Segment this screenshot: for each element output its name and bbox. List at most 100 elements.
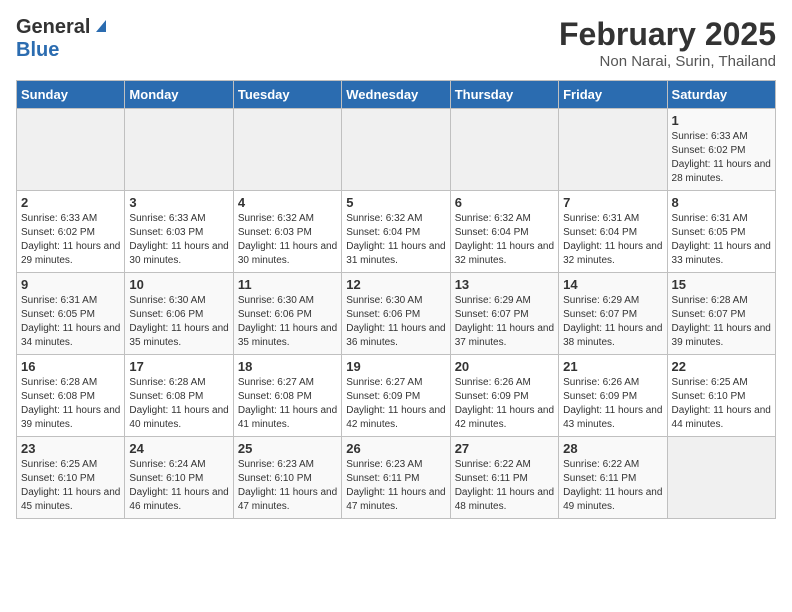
- day-cell: [17, 109, 125, 191]
- day-info: Sunrise: 6:32 AM Sunset: 6:04 PM Dayligh…: [346, 212, 445, 268]
- logo-icon: [92, 16, 110, 34]
- day-cell: [342, 109, 450, 191]
- day-number: 5: [346, 195, 445, 210]
- day-cell: 17Sunrise: 6:28 AM Sunset: 6:08 PM Dayli…: [125, 355, 233, 437]
- day-cell: 14 Sunrise: 6:29 AM Sunset: 6:07 PM Dayli…: [559, 273, 667, 355]
- day-cell: 5 Sunrise: 6:32 AM Sunset: 6:04 PM Daylig…: [342, 191, 450, 273]
- header-day-monday: Monday: [125, 81, 233, 109]
- week-row-1: 2 Sunrise: 6:33 AM Sunset: 6:02 PM Daylig…: [17, 191, 776, 273]
- day-cell: 7 Sunrise: 6:31 AM Sunset: 6:04 PM Daylig…: [559, 191, 667, 273]
- logo-blue-text: Blue: [16, 39, 59, 62]
- day-number: 16: [21, 359, 120, 374]
- day-info: Sunrise: 6:32 AM Sunset: 6:03 PM Dayligh…: [238, 212, 337, 268]
- day-cell: 27 Sunrise: 6:22 AM Sunset: 6:11 PM Dayli…: [450, 437, 558, 519]
- calendar-title: February 2025: [559, 16, 776, 53]
- day-number: 22: [672, 359, 771, 374]
- day-info: Sunrise: 6:22 AM Sunset: 6:11 PM Dayligh…: [455, 458, 554, 514]
- day-number: 2: [21, 195, 120, 210]
- day-cell: [450, 109, 558, 191]
- day-cell: [559, 109, 667, 191]
- day-info: Sunrise: 6:33 AM Sunset: 6:02 PM Dayligh…: [672, 130, 771, 186]
- day-number: 3: [129, 195, 228, 210]
- day-info: Sunrise: 6:29 AM Sunset: 6:07 PM Dayligh…: [563, 294, 662, 350]
- day-cell: 28 Sunrise: 6:22 AM Sunset: 6:11 PM Dayli…: [559, 437, 667, 519]
- logo-general-text: General: [16, 16, 90, 39]
- day-cell: 24 Sunrise: 6:24 AM Sunset: 6:10 PM Dayli…: [125, 437, 233, 519]
- header-day-friday: Friday: [559, 81, 667, 109]
- day-cell: 1 Sunrise: 6:33 AM Sunset: 6:02 PM Daylig…: [667, 109, 775, 191]
- day-info: Sunrise: 6:25 AM Sunset: 6:10 PM Dayligh…: [672, 376, 771, 432]
- day-cell: 9 Sunrise: 6:31 AM Sunset: 6:05 PM Daylig…: [17, 273, 125, 355]
- day-number: 24: [129, 441, 228, 456]
- week-row-4: 23Sunrise: 6:25 AM Sunset: 6:10 PM Dayli…: [17, 437, 776, 519]
- day-info: Sunrise: 6:27 AM Sunset: 6:09 PM Dayligh…: [346, 376, 445, 432]
- day-cell: 25Sunrise: 6:23 AM Sunset: 6:10 PM Dayli…: [233, 437, 341, 519]
- day-info: Sunrise: 6:31 AM Sunset: 6:05 PM Dayligh…: [672, 212, 771, 268]
- day-info: Sunrise: 6:22 AM Sunset: 6:11 PM Dayligh…: [563, 458, 662, 514]
- day-cell: 16 Sunrise: 6:28 AM Sunset: 6:08 PM Dayli…: [17, 355, 125, 437]
- day-info: Sunrise: 6:26 AM Sunset: 6:09 PM Dayligh…: [455, 376, 554, 432]
- week-row-3: 16 Sunrise: 6:28 AM Sunset: 6:08 PM Dayli…: [17, 355, 776, 437]
- day-number: 18: [238, 359, 337, 374]
- day-cell: 13 Sunrise: 6:29 AM Sunset: 6:07 PM Dayli…: [450, 273, 558, 355]
- day-number: 28: [563, 441, 662, 456]
- day-cell: [233, 109, 341, 191]
- logo: General Blue: [16, 16, 110, 62]
- day-cell: 20 Sunrise: 6:26 AM Sunset: 6:09 PM Dayli…: [450, 355, 558, 437]
- week-row-2: 9 Sunrise: 6:31 AM Sunset: 6:05 PM Daylig…: [17, 273, 776, 355]
- header-day-tuesday: Tuesday: [233, 81, 341, 109]
- day-number: 20: [455, 359, 554, 374]
- header-day-saturday: Saturday: [667, 81, 775, 109]
- day-number: 19: [346, 359, 445, 374]
- day-cell: 3 Sunrise: 6:33 AM Sunset: 6:03 PM Daylig…: [125, 191, 233, 273]
- day-number: 11: [238, 277, 337, 292]
- day-info: Sunrise: 6:24 AM Sunset: 6:10 PM Dayligh…: [129, 458, 228, 514]
- day-number: 9: [21, 277, 120, 292]
- day-cell: 18 Sunrise: 6:27 AM Sunset: 6:08 PM Dayli…: [233, 355, 341, 437]
- day-cell: 22 Sunrise: 6:25 AM Sunset: 6:10 PM Dayli…: [667, 355, 775, 437]
- calendar-subtitle: Non Narai, Surin, Thailand: [559, 53, 776, 70]
- day-cell: 10 Sunrise: 6:30 AM Sunset: 6:06 PM Dayli…: [125, 273, 233, 355]
- header-day-sunday: Sunday: [17, 81, 125, 109]
- day-cell: 19 Sunrise: 6:27 AM Sunset: 6:09 PM Dayli…: [342, 355, 450, 437]
- day-info: Sunrise: 6:32 AM Sunset: 6:04 PM Dayligh…: [455, 212, 554, 268]
- day-number: 13: [455, 277, 554, 292]
- day-number: 25: [238, 441, 337, 456]
- day-number: 6: [455, 195, 554, 210]
- day-cell: 23Sunrise: 6:25 AM Sunset: 6:10 PM Dayli…: [17, 437, 125, 519]
- day-number: 1: [672, 113, 771, 128]
- day-number: 14: [563, 277, 662, 292]
- day-number: 12: [346, 277, 445, 292]
- day-info: Sunrise: 6:23 AM Sunset: 6:11 PM Dayligh…: [346, 458, 445, 514]
- day-number: 10: [129, 277, 228, 292]
- day-cell: 26Sunrise: 6:23 AM Sunset: 6:11 PM Dayli…: [342, 437, 450, 519]
- calendar-table: SundayMondayTuesdayWednesdayThursdayFrid…: [16, 80, 776, 519]
- day-info: Sunrise: 6:25 AM Sunset: 6:10 PM Dayligh…: [21, 458, 120, 514]
- day-info: Sunrise: 6:31 AM Sunset: 6:05 PM Dayligh…: [21, 294, 120, 350]
- day-info: Sunrise: 6:27 AM Sunset: 6:08 PM Dayligh…: [238, 376, 337, 432]
- day-info: Sunrise: 6:31 AM Sunset: 6:04 PM Dayligh…: [563, 212, 662, 268]
- day-cell: 4 Sunrise: 6:32 AM Sunset: 6:03 PM Daylig…: [233, 191, 341, 273]
- day-cell: 11Sunrise: 6:30 AM Sunset: 6:06 PM Dayli…: [233, 273, 341, 355]
- day-cell: 8Sunrise: 6:31 AM Sunset: 6:05 PM Daylig…: [667, 191, 775, 273]
- day-cell: 2 Sunrise: 6:33 AM Sunset: 6:02 PM Daylig…: [17, 191, 125, 273]
- day-cell: 12Sunrise: 6:30 AM Sunset: 6:06 PM Dayli…: [342, 273, 450, 355]
- day-info: Sunrise: 6:28 AM Sunset: 6:07 PM Dayligh…: [672, 294, 771, 350]
- day-number: 21: [563, 359, 662, 374]
- week-row-0: 1 Sunrise: 6:33 AM Sunset: 6:02 PM Daylig…: [17, 109, 776, 191]
- day-info: Sunrise: 6:28 AM Sunset: 6:08 PM Dayligh…: [129, 376, 228, 432]
- day-info: Sunrise: 6:33 AM Sunset: 6:03 PM Dayligh…: [129, 212, 228, 268]
- day-number: 7: [563, 195, 662, 210]
- day-info: Sunrise: 6:28 AM Sunset: 6:08 PM Dayligh…: [21, 376, 120, 432]
- day-cell: [667, 437, 775, 519]
- header-day-wednesday: Wednesday: [342, 81, 450, 109]
- header-day-thursday: Thursday: [450, 81, 558, 109]
- day-info: Sunrise: 6:30 AM Sunset: 6:06 PM Dayligh…: [129, 294, 228, 350]
- day-info: Sunrise: 6:29 AM Sunset: 6:07 PM Dayligh…: [455, 294, 554, 350]
- day-number: 27: [455, 441, 554, 456]
- day-cell: 15Sunrise: 6:28 AM Sunset: 6:07 PM Dayli…: [667, 273, 775, 355]
- day-cell: [125, 109, 233, 191]
- day-info: Sunrise: 6:33 AM Sunset: 6:02 PM Dayligh…: [21, 212, 120, 268]
- day-number: 4: [238, 195, 337, 210]
- header: General Blue February 2025 Non Narai, Su…: [16, 16, 776, 70]
